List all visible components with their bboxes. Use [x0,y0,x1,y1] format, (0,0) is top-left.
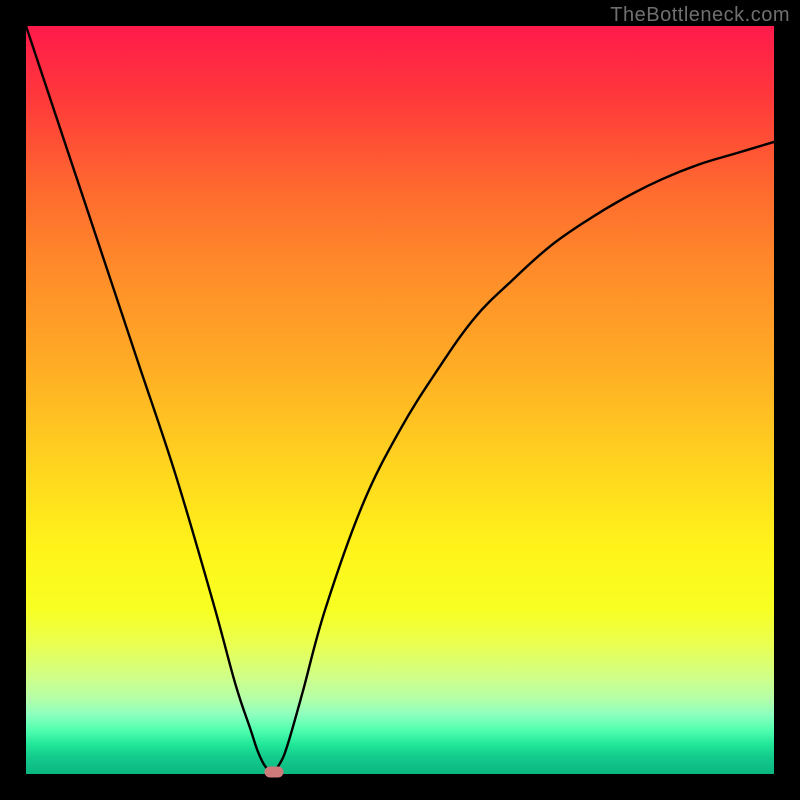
bottleneck-curve [26,26,774,774]
optimum-marker [265,766,284,777]
watermark-text: TheBottleneck.com [610,4,790,27]
chart-area [26,26,774,774]
